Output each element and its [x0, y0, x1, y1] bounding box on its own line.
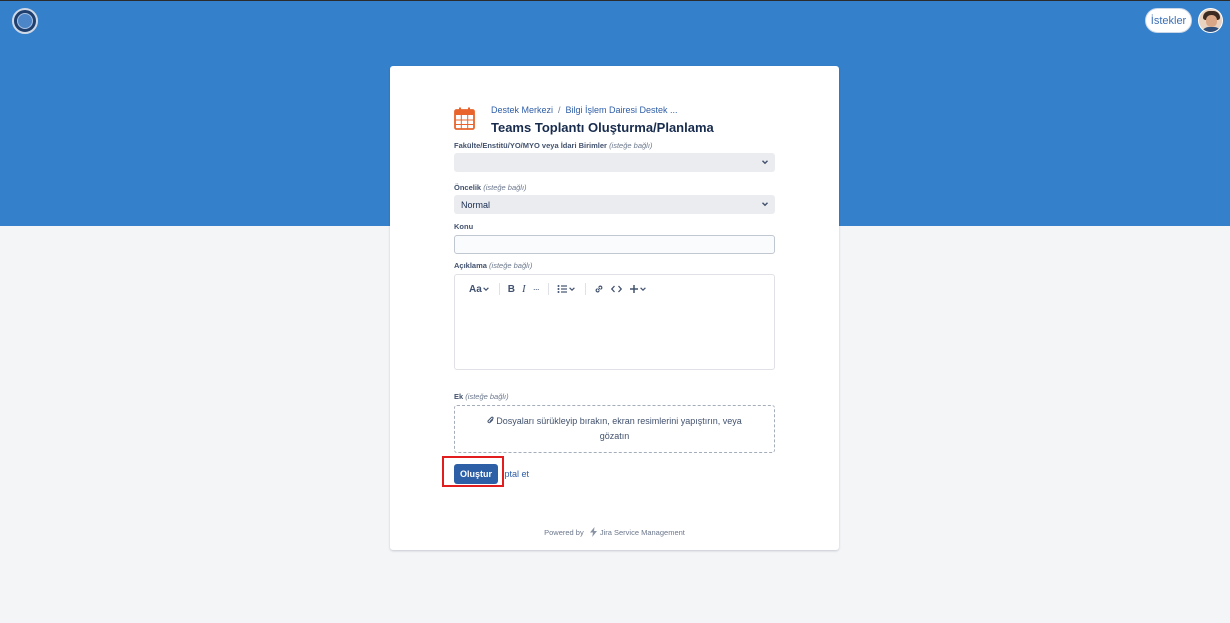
bold-button[interactable]: B — [508, 282, 515, 296]
dropzone-text: Dosyaları sürükleyip bırakın, ekran resi… — [496, 416, 742, 441]
highlight-box — [442, 456, 504, 487]
jira-bolt-icon — [589, 527, 597, 537]
requests-button[interactable]: İstekler — [1145, 8, 1192, 33]
paperclip-icon — [487, 416, 494, 424]
breadcrumb: Destek Merkezi / Bilgi İşlem Dairesi Deste… — [491, 105, 678, 115]
bullet-list-dropdown[interactable] — [557, 282, 576, 296]
page-title: Teams Toplantı Oluşturma/Planlama — [491, 120, 714, 135]
attachment-dropzone[interactable]: Dosyaları sürükleyip bırakın, ekran resi… — [454, 405, 775, 453]
toolbar-divider — [547, 283, 549, 295]
attachment-field-label: Ek (isteğe bağlı) — [454, 392, 509, 401]
subject-field-label: Konu — [454, 222, 474, 231]
chevron-down-icon — [482, 287, 489, 292]
cancel-link[interactable]: İptal et — [502, 469, 529, 479]
bold-label: B — [507, 283, 516, 295]
powered-by-label: Powered by — [544, 528, 584, 537]
italic-button[interactable]: I — [522, 282, 526, 296]
portal-logo-icon[interactable] — [12, 8, 38, 34]
chevron-down-icon — [762, 202, 768, 207]
bullet-list-icon — [557, 285, 567, 293]
breadcrumb-item-it-support[interactable]: Bilgi İşlem Dairesi Destek ... — [566, 105, 678, 115]
more-formatting-label: ··· — [532, 284, 540, 294]
priority-select[interactable]: Normal — [454, 195, 775, 214]
toolbar-divider — [498, 283, 500, 295]
breadcrumb-item-help-center[interactable]: Destek Merkezi — [491, 105, 553, 115]
powered-by-footer: Powered by Jira Service Management — [390, 527, 839, 537]
italic-label: I — [522, 283, 526, 295]
editor-toolbar: Aa B I ··· — [469, 282, 654, 296]
chevron-down-icon — [639, 287, 646, 292]
link-button[interactable] — [594, 282, 604, 296]
description-editor[interactable]: Aa B I ··· — [454, 274, 775, 370]
breadcrumb-separator: / — [558, 105, 561, 115]
unit-select[interactable] — [454, 153, 775, 172]
code-button[interactable] — [610, 282, 622, 296]
priority-field-label: Öncelik (isteğe bağlı) — [454, 183, 527, 192]
unit-field-label: Fakülte/Enstitü/YO/MYO veya İdari Biriml… — [454, 141, 653, 150]
insert-dropdown[interactable] — [629, 282, 647, 296]
plus-icon — [629, 285, 638, 293]
description-field-label: Açıklama (isteğe bağlı) — [454, 261, 533, 270]
priority-select-value: Normal — [461, 199, 491, 210]
text-style-label: Aa — [469, 283, 482, 295]
chevron-down-icon — [762, 160, 768, 165]
toolbar-divider — [584, 283, 586, 295]
chevron-down-icon — [568, 287, 575, 292]
text-style-dropdown[interactable]: Aa — [469, 282, 490, 296]
subject-input[interactable] — [454, 235, 775, 254]
calendar-icon — [454, 107, 475, 130]
link-icon — [595, 285, 603, 293]
jira-product-link[interactable]: Jira Service Management — [600, 528, 685, 537]
code-icon — [610, 285, 622, 293]
user-avatar[interactable] — [1198, 8, 1223, 33]
more-formatting-button[interactable]: ··· — [532, 282, 540, 296]
